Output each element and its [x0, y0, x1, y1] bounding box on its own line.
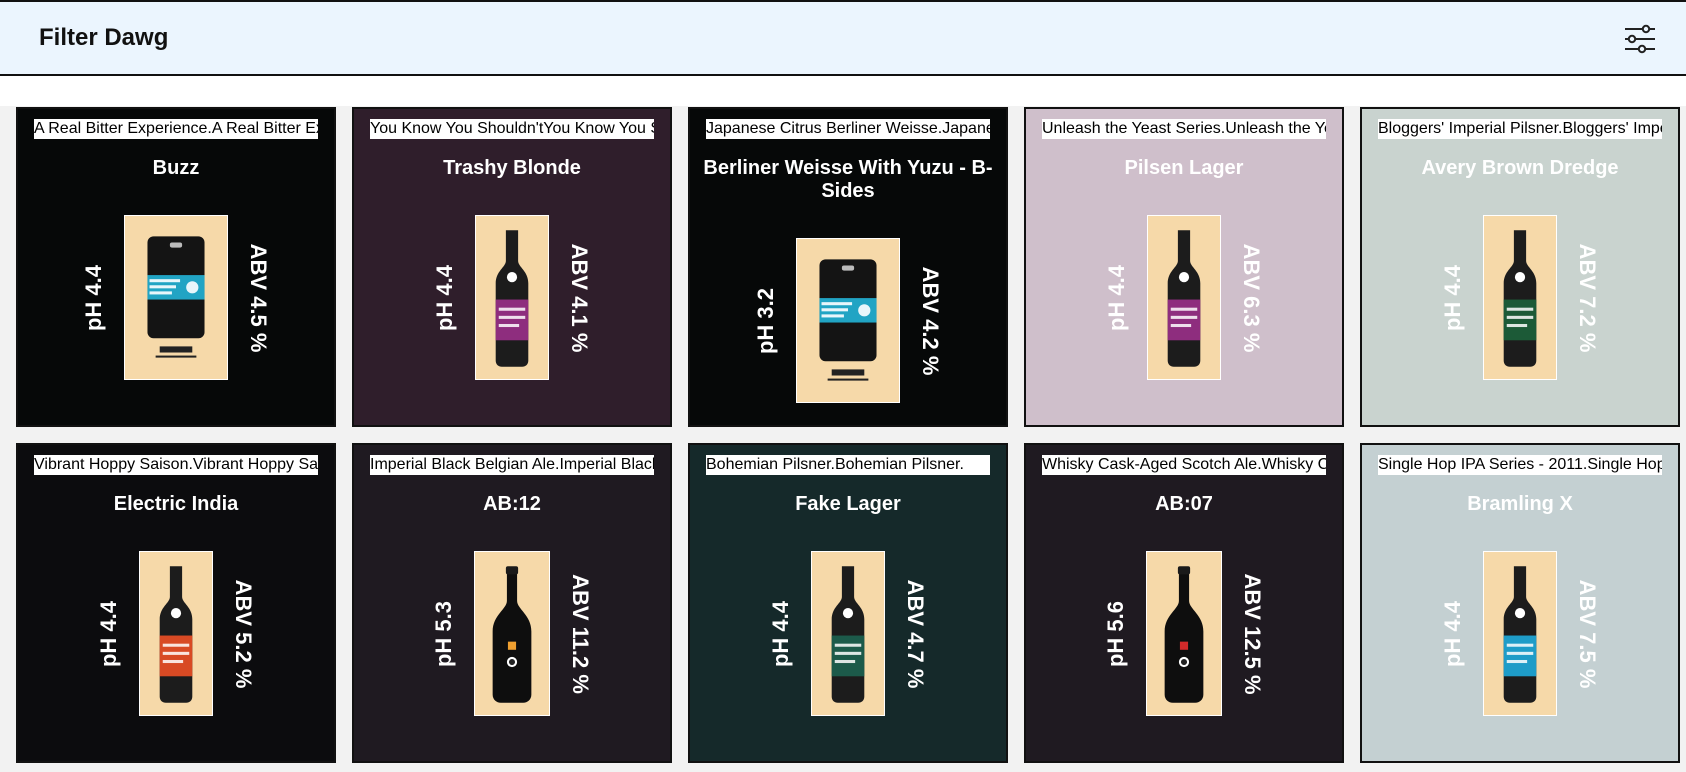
- tagline-text: Whisky Cask-Aged Scotch Ale.: [1042, 456, 1262, 473]
- beer-tagline: Bohemian Pilsner.Bohemian Pilsner.: [706, 455, 990, 475]
- beer-name: Fake Lager: [795, 493, 901, 515]
- tagline-text: You Know You Shouldn't: [370, 120, 544, 137]
- beer-card[interactable]: Whisky Cask-Aged Scotch Ale.Whisky Cask-…: [1024, 443, 1344, 763]
- bottle-icon: [1503, 566, 1537, 703]
- beer-card[interactable]: A Real Bitter Experience.A Real Bitter E…: [16, 107, 336, 427]
- beer-ph: pH 3.2: [753, 287, 778, 354]
- bottle-icon: [159, 566, 193, 703]
- beer-name: Buzz: [152, 157, 200, 179]
- beer-name: Electric India: [113, 493, 239, 515]
- beer-image: [1146, 551, 1222, 716]
- beer-card[interactable]: Japanese Citrus Berliner Weisse.Japanese…: [688, 107, 1008, 427]
- tagline-text: Vibrant Hoppy Saison.: [34, 456, 193, 473]
- tagline-text: Bohemian Pilsner.: [706, 456, 835, 473]
- beer-card[interactable]: Imperial Black Belgian Ale.Imperial Blac…: [352, 443, 672, 763]
- beer-tagline: Japanese Citrus Berliner Weisse.Japanese…: [706, 119, 990, 139]
- beer-tagline: Unleash the Yeast Series.Unleash the Yea…: [1042, 119, 1326, 139]
- beer-image: [1483, 551, 1557, 716]
- beer-ph: pH 4.4: [96, 600, 121, 667]
- beer-tagline: A Real Bitter Experience.A Real Bitter E…: [34, 119, 318, 139]
- beer-abv: ABV 7.2 %: [1575, 243, 1600, 352]
- tagline-text-repeat: Bohemian Pilsner.: [834, 456, 964, 473]
- beer-name: Avery Brown Dredge: [1421, 157, 1619, 179]
- filter-button[interactable]: [1622, 22, 1658, 56]
- app-header: Filter Dawg: [0, 0, 1686, 76]
- sliders-icon: [1625, 24, 1655, 54]
- bottle-icon: [831, 566, 865, 703]
- tagline-text-repeat: Whisky Cask-Aged Scotch Ale.: [1261, 456, 1326, 473]
- beer-abv: ABV 11.2 %: [568, 573, 593, 694]
- beer-name: Berliner Weisse With Yuzu - B-Sides: [703, 157, 993, 202]
- beer-abv: ABV 7.5 %: [1575, 579, 1600, 688]
- tagline-text-repeat: Unleash the Yeast Series.: [1225, 120, 1326, 137]
- beer-card[interactable]: Unleash the Yeast Series.Unleash the Yea…: [1024, 107, 1344, 427]
- beer-image: [1147, 215, 1221, 380]
- tagline-text: Imperial Black Belgian Ale.: [370, 456, 560, 473]
- beer-card[interactable]: Vibrant Hoppy Saison.Vibrant Hoppy Saiso…: [16, 443, 336, 763]
- tagline-text-repeat: Vibrant Hoppy Saison.: [192, 456, 318, 473]
- beer-card[interactable]: Bohemian Pilsner.Bohemian Pilsner. Fake L…: [688, 443, 1008, 763]
- beer-ph: pH 4.4: [1440, 600, 1465, 667]
- beer-abv: ABV 6.3 %: [1239, 243, 1264, 352]
- tagline-text: Bloggers' Imperial Pilsner.: [1378, 120, 1563, 137]
- beer-ph: pH 4.4: [81, 264, 106, 331]
- beer-card[interactable]: You Know You Shouldn'tYou Know You Shoul…: [352, 107, 672, 427]
- beer-image: [1483, 215, 1557, 380]
- tagline-text-repeat: Imperial Black Belgian Ale.: [559, 456, 654, 473]
- beer-name: Pilsen Lager: [1124, 157, 1244, 179]
- beer-tagline: Whisky Cask-Aged Scotch Ale.Whisky Cask-…: [1042, 455, 1326, 475]
- beer-name: Bramling X: [1467, 493, 1573, 515]
- beer-ph: pH 5.3: [431, 600, 456, 667]
- beer-tagline: Vibrant Hoppy Saison.Vibrant Hoppy Saiso…: [34, 455, 318, 475]
- tagline-text-repeat: You Know You Shouldn't: [543, 120, 654, 137]
- beer-tagline: Imperial Black Belgian Ale.Imperial Blac…: [370, 455, 654, 475]
- bottle-icon: [1503, 230, 1537, 367]
- bottle-icon: [1164, 566, 1204, 703]
- tagline-text-repeat: Japanese Citrus Berliner Weisse.: [942, 120, 990, 137]
- bottle-icon: [492, 566, 532, 703]
- beer-name: AB:12: [483, 493, 541, 515]
- bottle-icon: [495, 230, 529, 367]
- bottle-icon: [1167, 230, 1201, 367]
- beer-image: [475, 215, 549, 380]
- tagline-text-repeat: A Real Bitter Experience.: [211, 120, 318, 137]
- beer-image: [124, 215, 228, 380]
- tagline-text: Unleash the Yeast Series.: [1042, 120, 1226, 137]
- beer-ph: pH 4.4: [768, 600, 793, 667]
- beer-ph: pH 4.4: [1440, 264, 1465, 331]
- beer-ph: pH 4.4: [432, 264, 457, 331]
- tagline-text: Single Hop IPA Series - 2011.: [1378, 456, 1588, 473]
- header-spacer: [0, 76, 1686, 106]
- beer-ph: pH 5.6: [1103, 600, 1128, 667]
- beer-ph: pH 4.4: [1104, 264, 1129, 331]
- beer-tagline: You Know You Shouldn'tYou Know You Shoul…: [370, 119, 654, 139]
- beer-name: Trashy Blonde: [443, 157, 581, 179]
- beer-abv: ABV 12.5 %: [1240, 572, 1265, 695]
- tagline-text-repeat: Bloggers' Imperial Pilsner.: [1562, 120, 1662, 137]
- tagline-text-repeat: Single Hop IPA Series - 2011.: [1587, 456, 1662, 473]
- beer-abv: ABV 4.2 %: [918, 266, 943, 375]
- tagline-text: Japanese Citrus Berliner Weisse.: [706, 120, 943, 137]
- beer-card[interactable]: Bloggers' Imperial Pilsner.Bloggers' Imp…: [1360, 107, 1680, 427]
- beer-tagline: Single Hop IPA Series - 2011.Single Hop …: [1378, 455, 1662, 475]
- beer-abv: ABV 4.7 %: [903, 579, 928, 688]
- beer-image: [474, 551, 550, 716]
- beer-tagline: Bloggers' Imperial Pilsner.Bloggers' Imp…: [1378, 119, 1662, 139]
- tagline-text: A Real Bitter Experience.: [34, 120, 212, 137]
- app-title: Filter Dawg: [39, 24, 169, 51]
- beer-name: AB:07: [1155, 493, 1213, 515]
- beer-card[interactable]: Single Hop IPA Series - 2011.Single Hop …: [1360, 443, 1680, 763]
- keg-icon: [819, 259, 877, 381]
- beer-image: [139, 551, 213, 716]
- beer-abv: ABV 4.1 %: [567, 243, 592, 352]
- beer-abv: ABV 5.2 %: [231, 579, 256, 688]
- keg-icon: [147, 236, 205, 358]
- beer-image: [796, 238, 900, 403]
- beer-image: [811, 551, 885, 716]
- beer-abv: ABV 4.5 %: [246, 243, 271, 352]
